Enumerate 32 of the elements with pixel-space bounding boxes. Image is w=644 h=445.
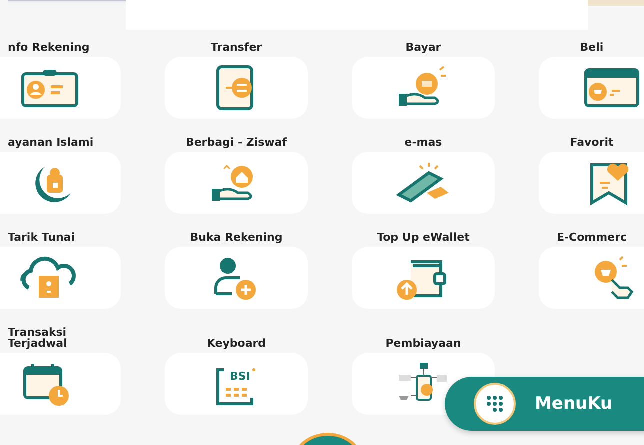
menu-label: Keyboard (206, 338, 268, 349)
menu-tile[interactable] (539, 247, 644, 309)
menu-label: Berbagi - Ziswaf (184, 137, 288, 148)
menu-label: E-Commerc (556, 232, 628, 243)
menuku-button[interactable]: MenuKu (445, 377, 644, 431)
menu-label: Tarik Tunai (7, 232, 76, 243)
menu-label: Beli (579, 42, 605, 53)
menu-tile[interactable] (539, 152, 644, 214)
menu-tile[interactable] (165, 247, 308, 309)
menu-tile[interactable] (0, 57, 121, 119)
menu-label: ayanan Islami (7, 137, 95, 148)
menu-tile[interactable]: BSI (165, 353, 308, 415)
menu-label: Pembiayaan (384, 338, 462, 349)
menu-tile[interactable] (352, 57, 495, 119)
keypad-icon (473, 382, 517, 426)
menu-label: e-mas (404, 137, 444, 148)
menu-label: Buka Rekening (189, 232, 284, 243)
menu-tile[interactable] (0, 152, 121, 214)
menu-tile[interactable] (0, 353, 121, 415)
menu-label: Transfer (210, 42, 264, 53)
menu-tile[interactable] (0, 247, 121, 309)
menu-label: Top Up eWallet (376, 232, 471, 243)
menu-tile[interactable] (165, 152, 308, 214)
menu-tile[interactable] (539, 57, 644, 119)
menu-label: nfo Rekening (7, 42, 91, 53)
menu-label: Favorit (569, 137, 615, 148)
menu-tile[interactable] (352, 152, 495, 214)
menu-label: Bayar (404, 42, 442, 53)
menu-tile[interactable] (352, 247, 495, 309)
menu-label: Transaksi Terjadwal (7, 327, 68, 349)
banner-edge (588, 0, 644, 6)
menu-tile[interactable] (165, 57, 308, 119)
